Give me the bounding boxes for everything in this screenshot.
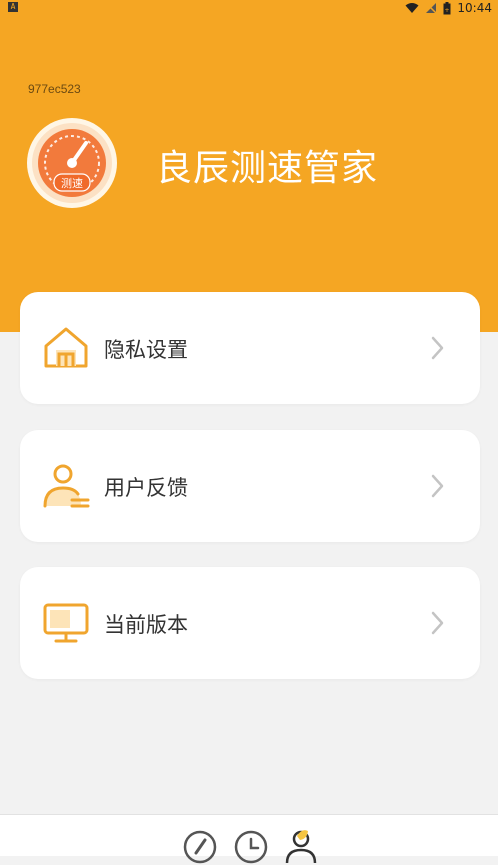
device-id: 977ec523 bbox=[28, 82, 81, 96]
clock-icon[interactable] bbox=[233, 829, 269, 865]
chevron-right-icon bbox=[431, 336, 444, 360]
menu-item-privacy-settings[interactable]: 隐私设置 bbox=[20, 292, 480, 404]
bottom-nav bbox=[0, 814, 498, 864]
monitor-icon bbox=[43, 603, 89, 643]
menu-item-label: 当前版本 bbox=[104, 613, 188, 637]
speedometer-icon[interactable] bbox=[182, 829, 218, 865]
menu-item-label: 用户反馈 bbox=[104, 476, 188, 500]
wifi-icon bbox=[405, 3, 419, 13]
logo-badge-text: 测速 bbox=[61, 177, 83, 190]
battery-icon: + bbox=[443, 1, 451, 14]
svg-text:+: + bbox=[445, 7, 450, 14]
menu-item-user-feedback[interactable]: 用户反馈 bbox=[20, 430, 480, 542]
chevron-right-icon bbox=[431, 474, 444, 498]
user-feedback-icon bbox=[43, 464, 90, 508]
app-title: 良辰测速管家 bbox=[156, 148, 379, 189]
home-icon bbox=[44, 327, 88, 368]
notification-badge: A bbox=[8, 2, 18, 12]
no-signal-icon bbox=[425, 2, 437, 14]
profile-icon[interactable] bbox=[283, 829, 319, 865]
status-time: 10:44 bbox=[457, 1, 492, 15]
chevron-right-icon bbox=[431, 611, 444, 635]
status-bar: A + 10:44 bbox=[0, 0, 498, 16]
menu-item-current-version[interactable]: 当前版本 bbox=[20, 567, 480, 679]
app-logo-icon: 测速 bbox=[27, 118, 117, 208]
status-icons: + 10:44 bbox=[405, 0, 492, 16]
menu-item-label: 隐私设置 bbox=[104, 338, 188, 362]
